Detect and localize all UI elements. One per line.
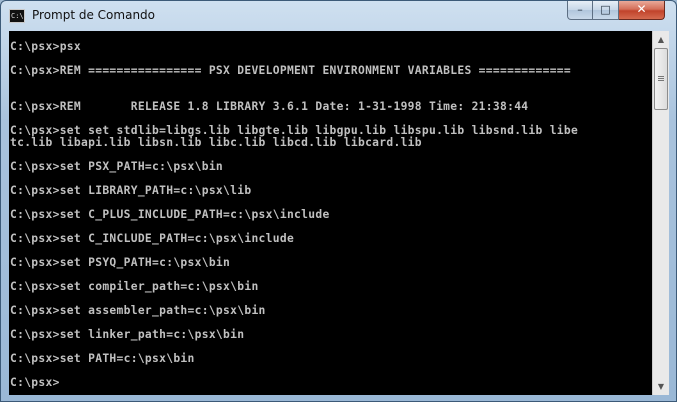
- maximize-button[interactable]: □: [593, 1, 619, 20]
- title-bar[interactable]: C:\ Prompt de Comando – □ ✕: [1, 1, 676, 31]
- console-line: tc.lib libapi.lib libsn.lib libc.lib lib…: [10, 136, 422, 149]
- console-line: C:\psx>set C_INCLUDE_PATH=c:\psx\include: [10, 232, 295, 245]
- thumb-grip: [658, 76, 664, 77]
- console-line: C:\psx>set assembler_path=c:\psx\bin: [10, 304, 266, 317]
- thumb-grip: [658, 80, 664, 81]
- thumb-grip: [658, 78, 664, 79]
- window-title: Prompt de Comando: [32, 8, 156, 22]
- console-line: C:\psx>set C_PLUS_INCLUDE_PATH=c:\psx\in…: [10, 208, 330, 221]
- scroll-down-button[interactable]: ▼: [653, 378, 669, 395]
- close-button[interactable]: ✕: [619, 1, 665, 20]
- console-line: C:\psx>set PATH=c:\psx\bin: [10, 352, 195, 365]
- console-line: C:\psx>psx: [10, 40, 82, 53]
- cmd-icon[interactable]: C:\: [9, 9, 25, 23]
- console-line: C:\psx>set PSYQ_PATH=c:\psx\bin: [10, 256, 231, 269]
- window-bottom-frame[interactable]: [652, 395, 676, 401]
- console-line: C:\psx>REM ================ PSX DEVELOPM…: [10, 64, 572, 77]
- console-line: C:\psx>set linker_path=c:\psx\bin: [10, 328, 245, 341]
- vertical-scrollbar[interactable]: ▲ ▼: [652, 31, 669, 395]
- scroll-up-button[interactable]: ▲: [653, 31, 669, 48]
- console-line: C:\psx>set PSX_PATH=c:\psx\bin: [10, 160, 224, 173]
- console-line: C:\psx>: [10, 376, 60, 389]
- console-output[interactable]: C:\psx>psx C:\psx>REM ================ PS…: [9, 31, 652, 395]
- console-line: C:\psx>REM RELEASE 1.8 LIBRARY 3.6.1 Dat…: [10, 100, 529, 113]
- command-prompt-window: C:\ Prompt de Comando – □ ✕ C:\psx>psx C:…: [0, 0, 677, 402]
- console-line: C:\psx>set LIBRARY_PATH=c:\psx\lib: [10, 184, 252, 197]
- scroll-thumb[interactable]: [654, 48, 668, 110]
- minimize-button[interactable]: –: [567, 1, 593, 20]
- console-line: C:\psx>set compiler_path=c:\psx\bin: [10, 280, 259, 293]
